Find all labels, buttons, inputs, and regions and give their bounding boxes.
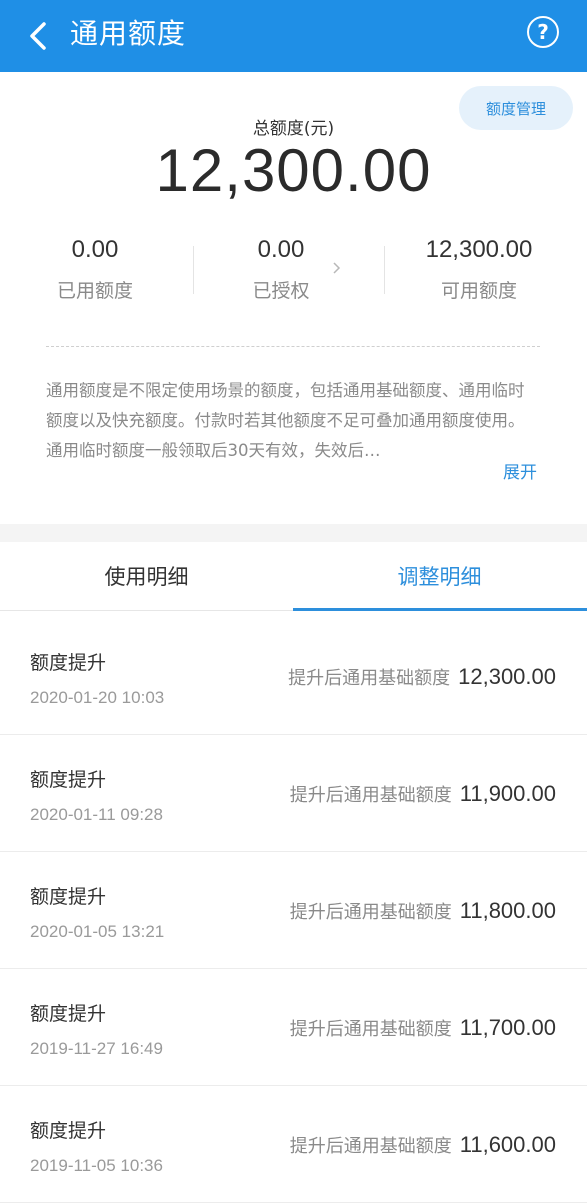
tab-adjustment-details[interactable]: 调整明细 [293,542,586,610]
record-date: 2020-01-11 09:28 [30,805,163,824]
stat-available: 12,300.00 可用额度 [384,236,574,303]
chevron-left-icon [30,22,46,50]
help-button[interactable]: ? [527,16,559,48]
stat-used: 0.00 已用额度 [0,236,190,303]
record-date: 2019-11-27 16:49 [30,1039,163,1058]
list-item[interactable]: 额度提升 2020-01-11 09:28 提升后通用基础额度 11,900.0… [0,735,587,852]
stat-available-value: 12,300.00 [425,236,533,263]
list-item[interactable]: 额度提升 2020-01-20 10:03 提升后通用基础额度 12,300.0… [0,618,587,735]
dashed-divider [46,346,540,347]
record-title: 额度提升 [30,886,107,908]
help-icon: ? [537,20,549,44]
record-desc: 提升后通用基础额度 [289,785,452,806]
list-item[interactable]: 额度提升 2019-11-27 16:49 提升后通用基础额度 11,700.0… [0,969,587,1086]
record-title: 额度提升 [30,769,107,791]
record-title: 额度提升 [30,1003,107,1025]
record-desc: 提升后通用基础额度 [289,1136,452,1157]
record-date: 2020-01-05 13:21 [30,922,165,941]
record-title: 额度提升 [30,1120,107,1142]
stat-available-label: 可用额度 [440,280,517,302]
adjustment-list: 额度提升 2020-01-20 10:03 提升后通用基础额度 12,300.0… [0,618,587,1203]
record-desc: 提升后通用基础额度 [289,902,452,923]
record-title: 额度提升 [30,652,107,674]
record-amount: 12,300.00 [458,664,556,689]
record-date: 2020-01-20 10:03 [30,688,165,707]
stat-used-value: 0.00 [71,236,119,263]
active-tab-indicator [293,608,587,611]
back-button[interactable] [18,16,58,56]
expand-link[interactable]: 展开 [503,458,537,483]
stat-authorized-label: 已授权 [252,280,310,302]
record-desc: 提升后通用基础额度 [289,1019,452,1040]
stat-authorized-value: 0.00 [257,236,305,263]
record-date: 2019-11-05 10:36 [30,1156,163,1175]
stat-used-label: 已用额度 [56,280,133,302]
record-amount: 11,900.00 [459,781,556,806]
app-header: 通用额度 ? [0,0,587,72]
record-amount: 11,600.00 [459,1132,556,1157]
section-separator [0,524,587,542]
page-title: 通用额度 [70,17,187,50]
tab-usage-details[interactable]: 使用明细 [0,542,293,610]
quota-description: 通用额度是不限定使用场景的额度，包括通用基础额度、通用临时额度以及快充额度。付款… [46,381,525,460]
detail-tabs: 使用明细 调整明细 [0,542,587,611]
record-amount: 11,800.00 [459,898,556,923]
list-item[interactable]: 额度提升 2020-01-05 13:21 提升后通用基础额度 11,800.0… [0,852,587,969]
total-amount: 12,300.00 [155,137,432,204]
chevron-right-icon [333,262,341,278]
list-item[interactable]: 额度提升 2019-11-05 10:36 提升后通用基础额度 11,600.0… [0,1086,587,1203]
record-desc: 提升后通用基础额度 [288,668,451,689]
record-amount: 11,700.00 [459,1015,556,1040]
stat-authorized[interactable]: 0.00 已授权 [186,236,376,303]
